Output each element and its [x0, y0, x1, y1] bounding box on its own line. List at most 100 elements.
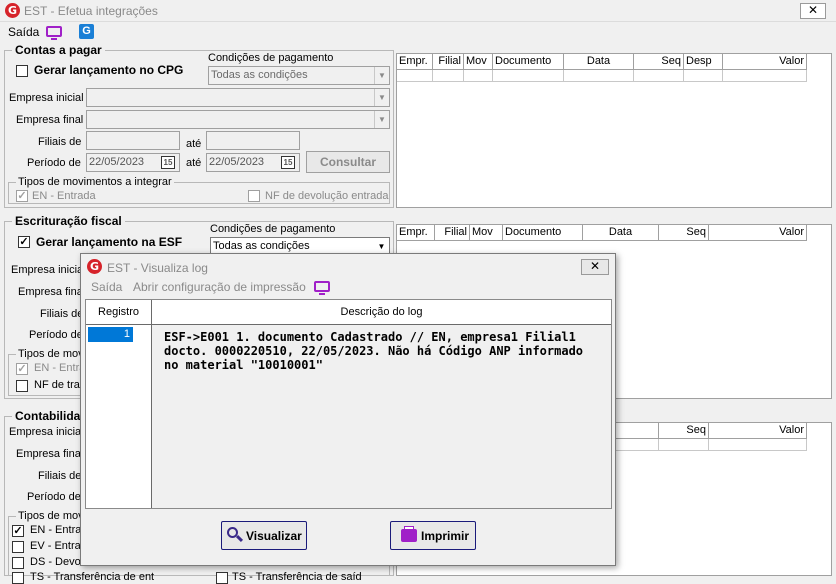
periodo-ini-input[interactable]: 22/05/2023 15 — [86, 153, 180, 172]
grid-cell[interactable] — [684, 70, 723, 82]
filial-ate-input[interactable] — [206, 131, 300, 150]
chevron-down-icon[interactable]: ▼ — [374, 67, 389, 84]
help-logo-icon[interactable]: G — [79, 24, 94, 39]
print-config-icon[interactable] — [314, 281, 330, 295]
contab-ev-label: EV - Entrad — [30, 540, 87, 552]
esf-title: Escrituração fiscal — [12, 214, 125, 228]
grid-cell[interactable] — [659, 439, 709, 451]
row-registro-cell[interactable]: 1 — [88, 327, 133, 342]
app-logo-icon: G — [5, 3, 20, 18]
esf-cond-label: Condições de pagamento — [210, 223, 336, 235]
printer-paper — [404, 526, 414, 530]
grid-cell[interactable] — [564, 70, 634, 82]
esf-periodo-label: Período de — [29, 329, 83, 341]
col-descricao-header[interactable]: Descrição do log — [152, 300, 611, 325]
grid-cell[interactable] — [634, 70, 684, 82]
grid-header[interactable]: Seq — [634, 54, 684, 70]
visualizar-label: Visualizar — [246, 529, 302, 543]
esf-empresa-inicial-label: Empresa inicial — [11, 264, 86, 276]
nf-label: NF de devolução entrada — [265, 190, 389, 202]
contab-filiais-label: Filiais de — [38, 470, 82, 482]
grid-header[interactable]: Valor — [723, 54, 807, 70]
contab-title: Contabilidad — [12, 409, 91, 423]
contab-tipos-title: Tipos de mov — [16, 510, 86, 522]
grid-cell[interactable] — [397, 70, 433, 82]
nf-checkbox[interactable] — [248, 190, 260, 202]
contab-en-label: EN - Entrad — [30, 524, 88, 536]
grid-header[interactable]: Data — [564, 54, 634, 70]
log-dialog: G EST - Visualiza log ✕ Saída Abrir conf… — [80, 253, 616, 566]
gerar-cpg-checkbox[interactable] — [16, 65, 28, 77]
gerar-cpg-label: Gerar lançamento no CPG — [34, 63, 184, 77]
grid-header[interactable]: Documento — [503, 225, 583, 241]
grid-header[interactable]: Valor — [709, 225, 807, 241]
esf-cond-value: Todas as condições — [213, 240, 310, 252]
grid-header[interactable]: Mov — [464, 54, 493, 70]
calendar-icon[interactable]: 15 — [161, 156, 175, 169]
grid-header[interactable]: Documento — [493, 54, 564, 70]
ate-label-2: até — [186, 157, 202, 169]
grid-header[interactable]: Data — [583, 225, 659, 241]
dialog-close-button[interactable]: ✕ — [581, 259, 609, 275]
grid-header[interactable]: Empr. — [397, 54, 433, 70]
grid-header[interactable]: Seq — [659, 225, 709, 241]
en-label: EN - Entrada — [32, 190, 96, 202]
menu-saida[interactable]: Saída — [8, 25, 39, 39]
esf-nf-checkbox[interactable] — [16, 380, 28, 392]
esf-en-checkbox[interactable]: ✓ — [16, 363, 28, 375]
dialog-menu-config[interactable]: Abrir configuração de impressão — [133, 280, 306, 294]
chevron-down-icon[interactable]: ▼ — [374, 111, 389, 128]
gerar-esf-label: Gerar lançamento na ESF — [36, 235, 183, 249]
periodo-label: Período de — [27, 157, 81, 169]
imprimir-button[interactable]: Imprimir — [390, 521, 476, 550]
grid-header[interactable]: Mov — [470, 225, 503, 241]
contab-en-checkbox[interactable]: ✓ — [12, 525, 24, 537]
filial-de-input[interactable] — [86, 131, 180, 150]
contas-grid[interactable]: Empr. Filial Mov Documento Data Seq Desp… — [396, 53, 832, 208]
filiais-de-label: Filiais de — [38, 136, 82, 148]
grid-cell[interactable] — [493, 70, 564, 82]
grid-cell[interactable] — [723, 70, 807, 82]
contab-periodo-label: Período de — [27, 491, 81, 503]
cond-pag-select[interactable]: Todas as condições ▼ — [208, 66, 390, 85]
grid-cell[interactable] — [433, 70, 464, 82]
grid-header[interactable]: Filial — [433, 54, 464, 70]
empresa-final-select[interactable]: ▼ — [86, 110, 390, 129]
calendar-icon[interactable]: 15 — [281, 156, 295, 169]
contab-ds-label: DS - Devol — [30, 556, 84, 568]
contab-empresa-inicial-label: Empresa inicial — [9, 426, 84, 438]
contab-ts-checkbox[interactable] — [12, 572, 24, 584]
grid-header[interactable]: Valor — [709, 423, 807, 439]
empresa-final-label: Empresa final — [16, 114, 84, 126]
imprimir-label: Imprimir — [421, 529, 470, 543]
en-checkbox[interactable]: ✓ — [16, 190, 28, 202]
esf-nf-label: NF de tran — [34, 379, 86, 391]
cond-pag-label: Condições de pagamento — [208, 52, 334, 64]
grid-header[interactable]: Desp — [684, 54, 723, 70]
esf-en-label: EN - Entra — [34, 362, 86, 374]
visualizar-button[interactable]: Visualizar — [221, 521, 307, 550]
close-button[interactable]: ✕ — [800, 3, 826, 19]
col-registro-header[interactable]: Registro — [86, 300, 152, 325]
gerar-esf-checkbox[interactable]: ✓ — [18, 236, 30, 248]
grid-header[interactable]: Empr. — [397, 225, 435, 241]
grid-header[interactable]: Seq — [659, 423, 709, 439]
grid-header[interactable]: Filial — [435, 225, 470, 241]
chevron-down-icon[interactable]: ▼ — [374, 89, 389, 106]
log-grid[interactable]: Registro Descrição do log 1 ESF->E001 1.… — [85, 299, 612, 509]
magnifier-handle — [235, 534, 244, 543]
consultar-button[interactable]: Consultar — [306, 151, 390, 173]
contab-ts-label: TS - Transferência de ent — [30, 571, 155, 583]
print-config-icon[interactable] — [46, 26, 62, 40]
esf-tipos-title: Tipos de mov — [16, 348, 86, 360]
grid-cell[interactable] — [464, 70, 493, 82]
contab-ts2-checkbox[interactable] — [216, 572, 228, 584]
contas-title: Contas a pagar — [12, 43, 105, 57]
grid-cell[interactable] — [709, 439, 807, 451]
dialog-menu-saida[interactable]: Saída — [91, 280, 122, 294]
contab-ev-checkbox[interactable] — [12, 541, 24, 553]
periodo-fim-input[interactable]: 22/05/2023 15 — [206, 153, 300, 172]
contab-ds-checkbox[interactable] — [12, 557, 24, 569]
empresa-inicial-select[interactable]: ▼ — [86, 88, 390, 107]
row-descricao-cell[interactable]: ESF->E001 1. documento Cadastrado // EN,… — [164, 330, 584, 372]
